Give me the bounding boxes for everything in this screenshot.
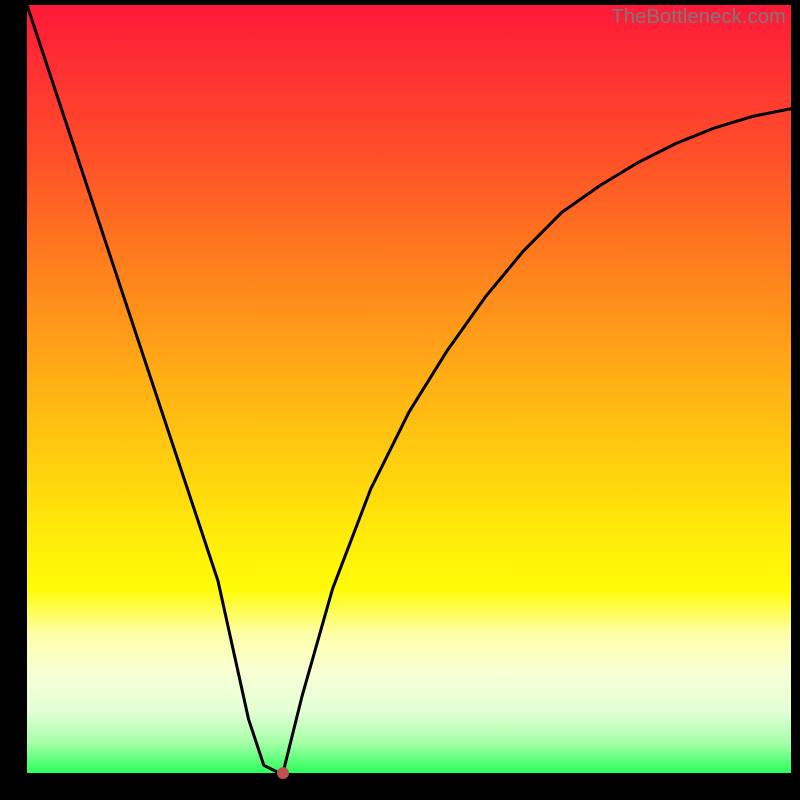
chart-frame: TheBottleneck.com — [0, 0, 800, 800]
watermark-text: TheBottleneck.com — [611, 6, 786, 29]
bottleneck-curve — [27, 5, 791, 773]
plot-area — [27, 5, 791, 773]
minimum-marker — [277, 767, 289, 779]
